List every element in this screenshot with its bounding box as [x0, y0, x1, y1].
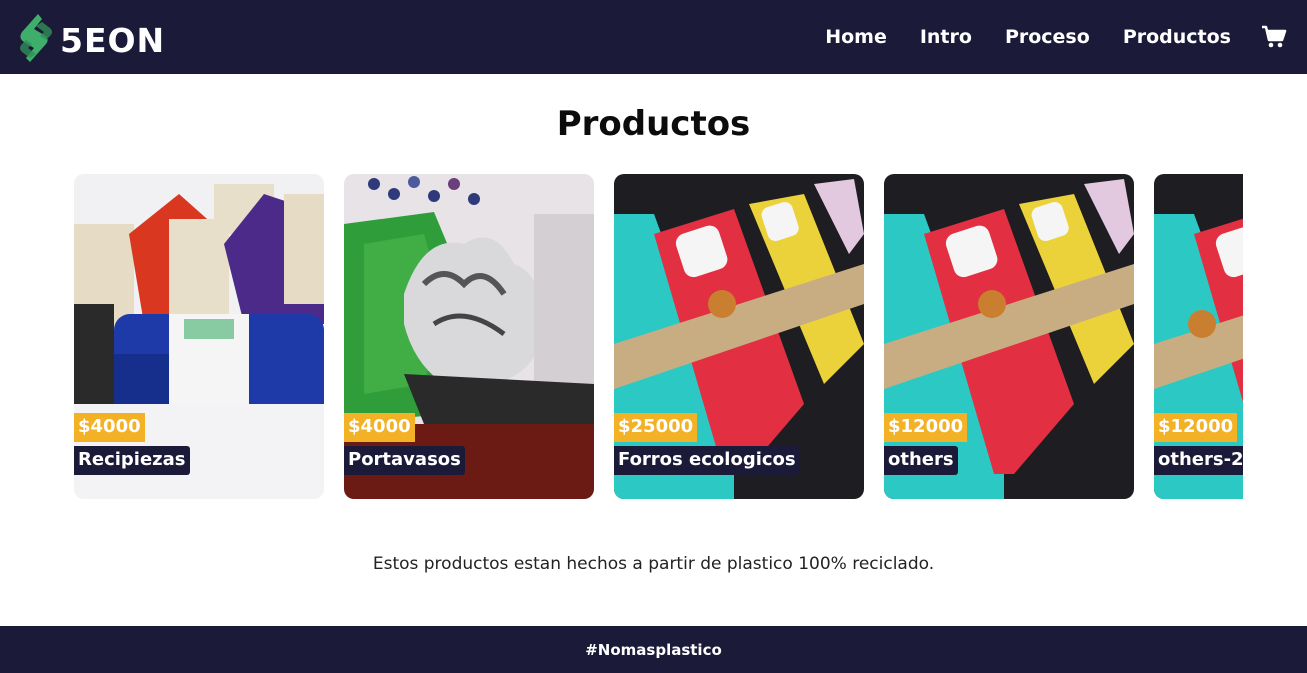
product-name: Recipiezas: [74, 446, 190, 475]
nav-intro[interactable]: Intro: [920, 26, 972, 48]
product-price: $4000: [74, 413, 145, 442]
footer-hashtag: #Nomasplastico: [585, 640, 722, 659]
product-name: others: [884, 446, 958, 475]
product-price: $4000: [344, 413, 415, 442]
product-name: Forros ecologicos: [614, 446, 800, 475]
product-card-others[interactable]: $12000 others: [884, 174, 1134, 499]
brand-logo[interactable]: 5EON: [16, 12, 186, 68]
product-card-others-2[interactable]: $12000 others-2: [1154, 174, 1243, 499]
nav-proceso[interactable]: Proceso: [1005, 26, 1090, 48]
brand-name: 5EON: [60, 20, 166, 60]
nav-home[interactable]: Home: [825, 26, 887, 48]
site-header: 5EON Home Intro Proceso Productos: [0, 0, 1307, 74]
products-carousel[interactable]: $4000 Recipiezas $4000 Portavasos $25000…: [74, 174, 1243, 499]
leaf-s-logo-icon: [20, 14, 52, 62]
product-name: others-2: [1154, 446, 1243, 475]
products-description: Estos productos estan hechos a partir de…: [372, 554, 935, 574]
product-price: $12000: [884, 413, 968, 442]
page-title: Productos: [556, 104, 751, 144]
product-price: $12000: [1154, 413, 1238, 442]
product-card-recipiezas[interactable]: $4000 Recipiezas: [74, 174, 324, 499]
product-name: Portavasos: [344, 446, 465, 475]
main-nav: Home Intro Proceso Productos: [825, 0, 1307, 74]
product-card-portavasos[interactable]: $4000 Portavasos: [344, 174, 594, 499]
product-price: $25000: [614, 413, 698, 442]
product-card-forros[interactable]: $25000 Forros ecologicos: [614, 174, 864, 499]
shopping-cart-icon[interactable]: [1261, 24, 1287, 50]
site-footer: #Nomasplastico: [0, 626, 1307, 673]
nav-productos[interactable]: Productos: [1123, 26, 1231, 48]
products-track: $4000 Recipiezas $4000 Portavasos $25000…: [74, 174, 1243, 499]
